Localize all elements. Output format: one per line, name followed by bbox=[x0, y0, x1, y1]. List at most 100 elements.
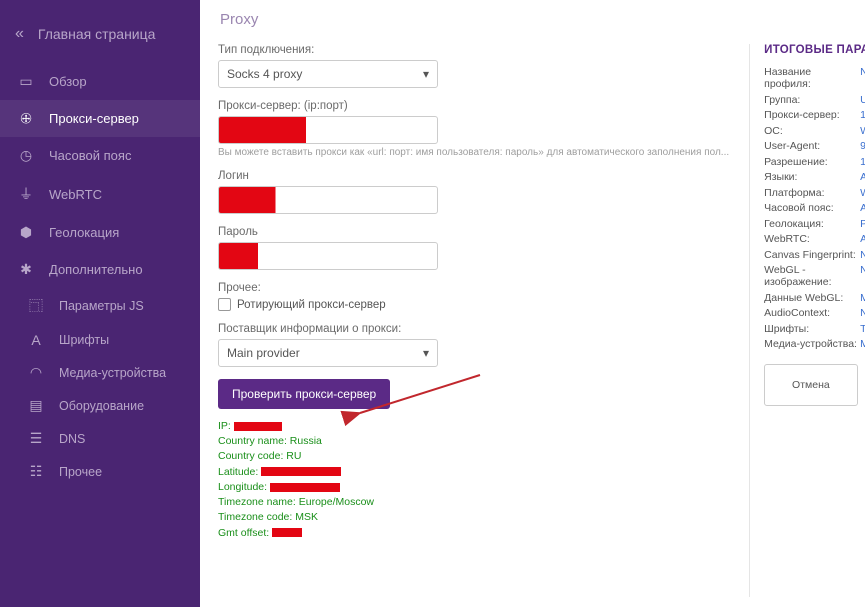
sidebar-item-label: Медиа-устройства bbox=[59, 366, 166, 380]
param-row: WebRTC:Altered bbox=[764, 233, 865, 245]
sidebar-item-label: Оборудование bbox=[59, 399, 144, 413]
form-area: Тип подключения: Socks 4 proxy ▾ Прокси-… bbox=[218, 44, 729, 597]
param-val: Noise bbox=[860, 249, 865, 261]
sidebar-home-label[interactable]: Главная страница bbox=[38, 26, 156, 42]
chevron-down-icon: ▾ bbox=[423, 346, 429, 360]
param-val: Noise bbox=[860, 264, 865, 288]
sidebar-item-геолокация[interactable]: ⬢Геолокация bbox=[0, 214, 200, 251]
param-row: Canvas Fingerprint:Noise bbox=[764, 249, 865, 261]
param-val: New Profile bbox=[860, 66, 865, 90]
param-key: AudioContext: bbox=[764, 307, 860, 319]
clock-icon: ◷ bbox=[15, 147, 37, 164]
param-val: 94.0.4606.61 Windows bbox=[860, 140, 865, 152]
sidebar-item-label: WebRTC bbox=[49, 187, 102, 202]
result-country-code: Country code: RU bbox=[218, 449, 729, 464]
param-key: ОС: bbox=[764, 125, 860, 137]
proxy-server-input[interactable] bbox=[218, 116, 438, 144]
map-marker-icon: ⬢ bbox=[15, 224, 37, 241]
sidebar-item-webrtc[interactable]: ⏚WebRTC bbox=[0, 174, 200, 214]
provider-value: Main provider bbox=[227, 346, 300, 360]
sidebar-item-дополнительно[interactable]: ✱Дополнительно bbox=[0, 251, 200, 288]
other-label: Прочее: bbox=[218, 282, 729, 294]
param-val: 149.126.226.55:13780/SOC... bbox=[860, 109, 865, 121]
param-val: Masked 4|4|3 bbox=[860, 338, 865, 350]
sidebar-item-прокси-сервер[interactable]: 🕀Прокси-сервер bbox=[0, 100, 200, 137]
param-row: Разрешение:1360x768 bbox=[764, 156, 865, 168]
param-val: Automatic bbox=[860, 202, 865, 214]
result-timezone-code: Timezone code: MSK bbox=[218, 510, 729, 525]
content: Тип подключения: Socks 4 proxy ▾ Прокси-… bbox=[200, 34, 865, 607]
param-row: User-Agent:94.0.4606.61 Windows bbox=[764, 140, 865, 152]
param-key: Группа: bbox=[764, 94, 860, 106]
proxy-results: IP: Country name: Russia Country code: R… bbox=[218, 419, 729, 541]
sidebar-item-label: Обзор bbox=[49, 74, 87, 89]
summary-panel: ИТОГОВЫЕ ПАРАМЕТРЫ Название профиля:New … bbox=[749, 44, 865, 597]
chevron-down-icon: ▾ bbox=[423, 67, 429, 81]
result-longitude-label: Longitude: bbox=[218, 481, 267, 493]
sidebar-item-label: Прокси-сервер bbox=[49, 111, 139, 126]
sidebar-item-label: Прочее bbox=[59, 465, 102, 479]
collapse-icon[interactable]: « bbox=[15, 25, 24, 43]
param-val: Mask bbox=[860, 292, 865, 304]
asterisk-icon: ✱ bbox=[15, 261, 37, 278]
sidebar-item-label: DNS bbox=[59, 432, 85, 446]
param-row: Языки:Automatic bbox=[764, 171, 865, 183]
redacted-ip bbox=[234, 422, 282, 431]
param-key: WebGL - изображение: bbox=[764, 264, 860, 288]
connection-type-value: Socks 4 proxy bbox=[227, 67, 302, 81]
login-input[interactable] bbox=[218, 186, 438, 214]
param-val: Unassigned bbox=[860, 94, 865, 106]
sidebar-item-оборудование[interactable]: ▤ Оборудование bbox=[10, 389, 200, 422]
proxy-server-label: Прокси-сервер: (ip:порт) bbox=[218, 100, 729, 112]
param-row: AudioContext:Noise bbox=[764, 307, 865, 319]
sidebar-item-label: Параметры JS bbox=[59, 299, 144, 313]
main: Proxy 🔔 ⟳ ⎆ Тип подключения: Socks 4 pro… bbox=[200, 0, 865, 607]
map-icon: ⿹ bbox=[25, 296, 47, 316]
param-val: 1360x768 bbox=[860, 156, 865, 168]
headphones-icon: ◠ bbox=[25, 364, 47, 381]
param-val: Altered bbox=[860, 233, 865, 245]
param-val: Win32 bbox=[860, 125, 865, 137]
sidebar-item-прочее[interactable]: ☷ Прочее bbox=[10, 455, 200, 488]
sidebar-item-медиа-устройства[interactable]: ◠ Медиа-устройства bbox=[10, 356, 200, 389]
provider-label: Поставщик информации о прокси: bbox=[218, 323, 729, 335]
connection-type-select[interactable]: Socks 4 proxy ▾ bbox=[218, 60, 438, 88]
param-key: Языки: bbox=[764, 171, 860, 183]
result-latitude-label: Latitude: bbox=[218, 466, 258, 478]
sidebar-item-label: Шрифты bbox=[59, 333, 109, 347]
param-row: Медиа-устройства:Masked 4|4|3 bbox=[764, 338, 865, 350]
param-val: Total Fonts: 200 bbox=[860, 323, 865, 335]
param-key: Название профиля: bbox=[764, 66, 860, 90]
sidebar-item-шрифты[interactable]: A Шрифты bbox=[10, 324, 200, 356]
cancel-button[interactable]: Отмена bbox=[764, 364, 858, 406]
param-row: WebGL - изображение:Noise bbox=[764, 264, 865, 288]
connection-type-label: Тип подключения: bbox=[218, 44, 729, 56]
font-icon: A bbox=[25, 332, 47, 348]
server-icon: ☰ bbox=[25, 430, 47, 447]
sidebar-item-часовой-пояс[interactable]: ◷Часовой пояс bbox=[0, 137, 200, 174]
sidebar-item-обзор[interactable]: ▭Обзор bbox=[0, 63, 200, 100]
password-input[interactable] bbox=[218, 242, 438, 270]
param-key: Прокси-сервер: bbox=[764, 109, 860, 121]
sidebar-item-параметры-js[interactable]: ⿹ Параметры JS bbox=[10, 288, 200, 324]
microchip-icon: ▤ bbox=[25, 397, 47, 414]
check-proxy-button[interactable]: Проверить прокси-сервер bbox=[218, 379, 390, 409]
param-row: Платформа:Win32 bbox=[764, 187, 865, 199]
database-icon: ☷ bbox=[25, 463, 47, 480]
param-row: Название профиля:New Profile bbox=[764, 66, 865, 90]
topbar: Proxy 🔔 ⟳ ⎆ bbox=[200, 0, 865, 34]
param-key: User-Agent: bbox=[764, 140, 860, 152]
sidebar: « Главная страница ▭Обзор🕀Прокси-сервер◷… bbox=[0, 0, 200, 607]
param-val: Automatic bbox=[860, 171, 865, 183]
param-val: Prompt bbox=[860, 218, 865, 230]
param-row: Шрифты:Total Fonts: 200 bbox=[764, 323, 865, 335]
param-key: WebRTC: bbox=[764, 233, 860, 245]
rotating-checkbox[interactable] bbox=[218, 298, 231, 311]
param-val: Noise bbox=[860, 307, 865, 319]
provider-select[interactable]: Main provider ▾ bbox=[218, 339, 438, 367]
sidebar-header: « Главная страница bbox=[0, 15, 200, 63]
param-key: Медиа-устройства: bbox=[764, 338, 860, 350]
sidebar-item-dns[interactable]: ☰ DNS bbox=[10, 422, 200, 455]
param-key: Геолокация: bbox=[764, 218, 860, 230]
param-row: ОС:Win32 bbox=[764, 125, 865, 137]
